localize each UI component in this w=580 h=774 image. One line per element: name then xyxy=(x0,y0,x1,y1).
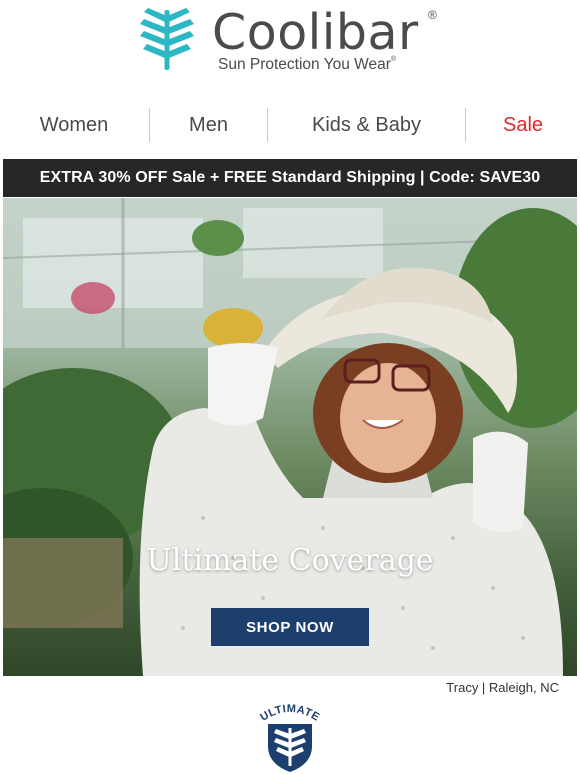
tagline-registered-mark: ® xyxy=(390,56,397,63)
tagline-text: Sun Protection You Wear xyxy=(218,56,391,73)
registered-mark: ® xyxy=(428,8,437,22)
photo-credit: Tracy | Raleigh, NC xyxy=(446,680,559,695)
main-nav: Women Men Kids & Baby Sale xyxy=(0,103,580,147)
nav-item-women[interactable]: Women xyxy=(0,103,148,147)
hero-banner[interactable]: Ultimate Coverage SHOP NOW xyxy=(3,198,577,676)
email-header: Coolibar ® Sun Protection You Wear® xyxy=(0,0,580,95)
hero-photo xyxy=(3,198,577,676)
promo-banner[interactable]: EXTRA 30% OFF Sale + FREE Standard Shipp… xyxy=(3,159,577,197)
hero-title: Ultimate Coverage xyxy=(146,543,434,578)
palm-leaf-icon[interactable] xyxy=(138,6,196,72)
brand-tagline: Sun Protection You Wear® xyxy=(218,56,396,74)
shield-leaf-icon[interactable]: ULTIMATE xyxy=(254,700,326,772)
svg-text:ULTIMATE: ULTIMATE xyxy=(258,703,321,724)
nav-item-kids-baby[interactable]: Kids & Baby xyxy=(268,103,465,147)
nav-item-sale[interactable]: Sale xyxy=(466,103,580,147)
brand-name[interactable]: Coolibar xyxy=(212,4,419,61)
nav-item-men[interactable]: Men xyxy=(150,103,267,147)
shop-now-button[interactable]: SHOP NOW xyxy=(211,608,369,646)
badge-text: ULTIMATE xyxy=(258,703,321,724)
